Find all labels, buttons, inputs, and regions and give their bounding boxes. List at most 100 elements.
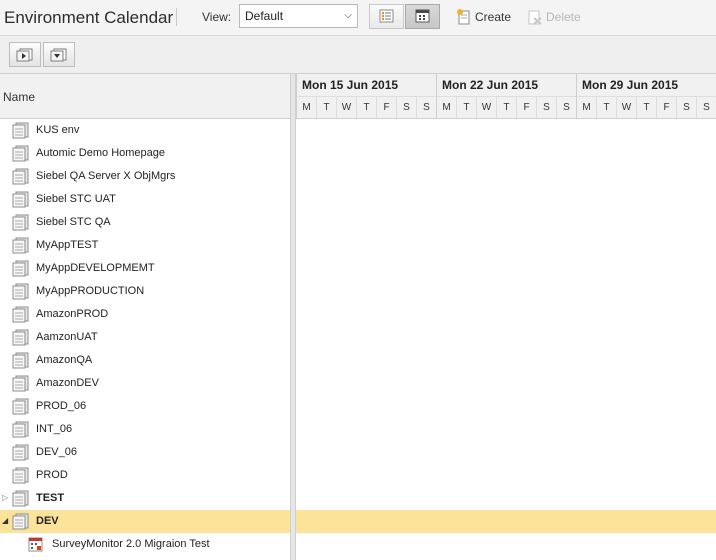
- day-label: S: [397, 97, 417, 118]
- day-label: F: [377, 97, 397, 118]
- environment-tree: KUS env Automic Demo Homepage Siebel QA …: [0, 119, 290, 556]
- calendar-event-icon: [28, 536, 44, 555]
- tree-row[interactable]: Siebel STC QA: [0, 211, 290, 234]
- collapse-arrow-icon[interactable]: ◢: [2, 516, 8, 525]
- tree-row[interactable]: Automic Demo Homepage: [0, 142, 290, 165]
- server-icon: [12, 214, 30, 234]
- tree-row-label: Siebel QA Server X ObjMgrs: [36, 170, 176, 182]
- tree-row[interactable]: Siebel STC UAT: [0, 188, 290, 211]
- server-icon: [12, 237, 30, 257]
- week-label: Mon 15 Jun 2015: [302, 78, 399, 92]
- day-label: W: [477, 97, 497, 118]
- day-label: M: [437, 97, 457, 118]
- day-label: S: [537, 97, 557, 118]
- tree-row[interactable]: Siebel QA Server X ObjMgrs: [0, 165, 290, 188]
- day-label: T: [497, 97, 517, 118]
- collapse-all-button[interactable]: [43, 42, 75, 67]
- tree-row[interactable]: AmazonQA: [0, 349, 290, 372]
- tree-row[interactable]: MyAppDEVELOPMEMT: [0, 257, 290, 280]
- tree-row-label: TEST: [36, 492, 65, 504]
- tree-row[interactable]: AmazonDEV: [0, 372, 290, 395]
- day-row: M T W T F S S: [437, 96, 577, 118]
- server-icon: [12, 375, 30, 395]
- collapse-icon: [50, 48, 67, 61]
- day-label: W: [617, 97, 637, 118]
- tree-row[interactable]: MyAppPRODUCTION: [0, 280, 290, 303]
- tree-row-label: DEV: [36, 515, 59, 527]
- server-icon: [12, 145, 30, 165]
- day-label: M: [577, 97, 597, 118]
- calendar-view-button[interactable]: [405, 4, 440, 29]
- tree-row-label: Siebel STC QA: [36, 216, 111, 228]
- day-label: S: [677, 97, 697, 118]
- tree-row-label: AamzonUAT: [36, 331, 98, 343]
- view-select-value: Default: [245, 9, 284, 23]
- calendar-grid[interactable]: [296, 119, 716, 560]
- server-icon: [12, 444, 30, 464]
- tree-row-label: KUS env: [36, 124, 80, 136]
- day-label: F: [657, 97, 677, 118]
- tree-row-label: PROD_06: [36, 400, 87, 412]
- list-view-button[interactable]: [369, 4, 404, 29]
- tree-row-label: AmazonQA: [36, 354, 93, 366]
- tree-row[interactable]: PROD_06: [0, 395, 290, 418]
- tree-row-child[interactable]: SurveyMonitor 2.0 Migraion Test: [0, 533, 290, 556]
- server-icon: [12, 421, 30, 441]
- day-label: W: [337, 97, 357, 118]
- server-icon: [12, 352, 30, 372]
- tree-row[interactable]: PROD: [0, 464, 290, 487]
- tree-row[interactable]: DEV_06: [0, 441, 290, 464]
- day-label: T: [317, 97, 337, 118]
- create-button[interactable]: Create: [457, 8, 511, 26]
- delete-label: Delete: [546, 10, 581, 24]
- server-icon: [12, 168, 30, 188]
- delete-icon: [528, 10, 542, 25]
- tree-row-label: PROD: [36, 469, 68, 481]
- tree-row-label: AmazonPROD: [36, 308, 109, 320]
- week-label: Mon 29 Jun 2015: [582, 78, 679, 92]
- tree-row[interactable]: MyAppTEST: [0, 234, 290, 257]
- tree-row-label: SurveyMonitor 2.0 Migraion Test: [52, 538, 210, 550]
- tree-row-label: MyAppTEST: [36, 239, 99, 251]
- tree-row[interactable]: AamzonUAT: [0, 326, 290, 349]
- day-label: S: [417, 97, 437, 118]
- week-column: Mon 15 Jun 2015 M T W T F S S: [296, 74, 437, 118]
- tree-row[interactable]: INT_06: [0, 418, 290, 441]
- tree-header: Name: [0, 74, 290, 119]
- expand-icon: [16, 48, 33, 61]
- tree-row-label: MyAppPRODUCTION: [36, 285, 145, 297]
- expand-arrow-icon[interactable]: ▷: [2, 493, 8, 502]
- tree-row-label: INT_06: [36, 423, 73, 435]
- calendar-selected-row[interactable]: [296, 510, 716, 533]
- tree-row[interactable]: KUS env: [0, 119, 290, 142]
- secondary-toolbar: [0, 36, 716, 74]
- tree-row-test[interactable]: ▷ TEST: [0, 487, 290, 510]
- page-title: Environment Calendar: [4, 8, 174, 27]
- server-icon: [12, 513, 30, 533]
- server-icon: [12, 122, 30, 142]
- day-row: M T W T F S S: [297, 96, 437, 118]
- day-label: T: [457, 97, 477, 118]
- tree-row[interactable]: AmazonPROD: [0, 303, 290, 326]
- day-label: F: [517, 97, 537, 118]
- tree-row-dev[interactable]: ◢ DEV: [0, 510, 290, 533]
- toolbar-separator: [176, 8, 177, 26]
- main-toolbar: Environment Calendar View: Default ⌵ Cre…: [0, 0, 716, 36]
- day-label: M: [297, 97, 317, 118]
- view-select[interactable]: Default ⌵: [239, 4, 358, 28]
- delete-button[interactable]: Delete: [528, 8, 581, 26]
- day-label: S: [557, 97, 577, 118]
- server-icon: [12, 467, 30, 487]
- tree-row-label: MyAppDEVELOPMEMT: [36, 262, 155, 274]
- calendar-header: Mon 15 Jun 2015 M T W T F S S Mon 22 Jun…: [296, 74, 716, 119]
- create-icon: [457, 9, 470, 25]
- tree-row-label: Siebel STC UAT: [36, 193, 116, 205]
- expand-all-button[interactable]: [9, 42, 41, 67]
- tree-row-label: DEV_06: [36, 446, 77, 458]
- week-label: Mon 22 Jun 2015: [442, 78, 539, 92]
- chevron-down-icon: ⌵: [344, 10, 352, 21]
- week-column: Mon 29 Jun 2015 M T W T F S S: [576, 74, 716, 118]
- name-column-header[interactable]: Name: [3, 90, 35, 104]
- week-column: Mon 22 Jun 2015 M T W T F S S: [436, 74, 577, 118]
- day-label: S: [697, 97, 716, 118]
